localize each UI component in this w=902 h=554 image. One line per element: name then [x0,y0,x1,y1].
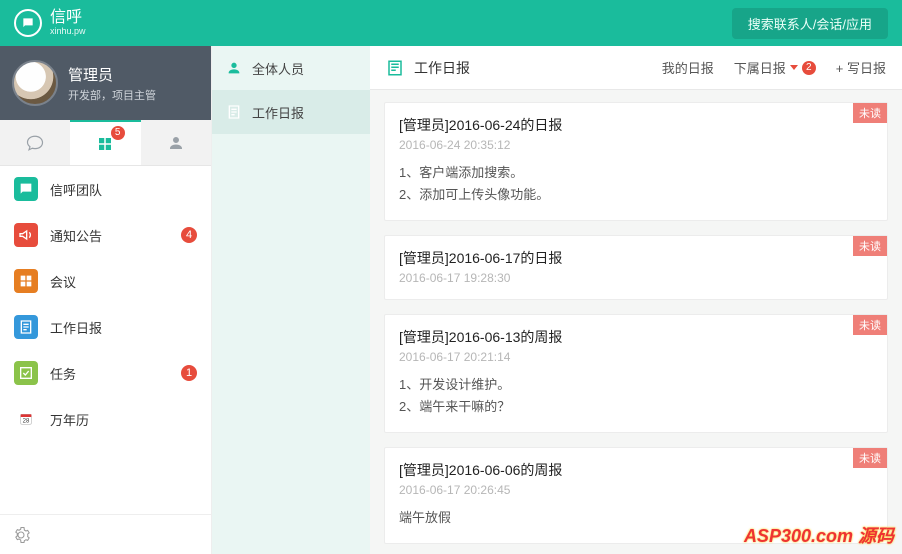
report-feed[interactable]: 未读[管理员]2016-06-24的日报2016-06-24 20:35:121… [370,90,902,554]
report-time: 2016-06-17 19:28:30 [399,271,873,285]
sub-nav: 全体人员工作日报 [212,46,370,554]
profile-block[interactable]: 管理员 开发部，项目主管 [0,46,211,120]
note-icon [14,315,38,339]
cal-icon: 28 [14,407,38,431]
profile-role: 开发部，项目主管 [68,87,156,103]
unread-badge: 未读 [853,103,887,123]
tab-chat[interactable] [0,120,70,165]
report-card[interactable]: 未读[管理员]2016-06-06的周报 2016-06-17 20:26:45 端… [384,447,888,544]
menu-item-label: 通知公告 [50,226,102,245]
tab-apps[interactable]: 5 [70,120,140,165]
menu-item-0[interactable]: 信呼团队 [0,166,211,212]
report-body: 端午放假 [399,507,873,529]
menu-item-badge: 4 [181,227,197,243]
main-panel: 工作日报 我的日报 下属日报 2 + 写日报 未读[管理员]2016-06-24… [370,46,902,554]
menu-item-badge: 1 [181,365,197,381]
top-bar: 信呼 xinhu.pw 搜索联系人/会话/应用 [0,0,902,46]
report-card[interactable]: 未读[管理员]2016-06-24的日报 2016-06-24 20:35:12 1… [384,102,888,221]
tab-sub-reports[interactable]: 下属日报 2 [734,58,816,77]
main-title: 工作日报 [414,58,470,78]
svg-text:28: 28 [23,418,30,424]
brand-name: 信呼 [50,10,86,26]
tab-sub-reports-label: 下属日报 [734,58,786,77]
grid-icon [14,269,38,293]
subnav-label: 工作日报 [252,103,304,122]
sidebar: 管理员 开发部，项目主管 5 信呼团队通知公告 4 会议工作日报任务 1 28 万年历 [0,46,212,554]
horn-icon [14,223,38,247]
subnav-label: 全体人员 [252,59,304,78]
menu-item-label: 任务 [50,364,76,383]
menu-item-label: 会议 [50,272,76,291]
menu-item-1[interactable]: 通知公告 4 [0,212,211,258]
tab-contacts[interactable] [141,120,211,165]
menu-item-label: 信呼团队 [50,180,102,199]
report-title: [管理员]2016-06-24的日报 [399,115,873,135]
main-header: 工作日报 我的日报 下属日报 2 + 写日报 [370,46,902,90]
report-time: 2016-06-17 20:21:14 [399,350,873,364]
report-time: 2016-06-17 20:26:45 [399,483,873,497]
profile-name: 管理员 [68,64,156,85]
brand: 信呼 xinhu.pw [50,10,86,36]
report-title: [管理员]2016-06-06的周报 [399,460,873,480]
tab-my-reports[interactable]: 我的日报 [662,58,714,77]
report-body: 1、开发设计维护。 2、端午来干嘛的？ [399,374,873,418]
avatar [12,60,58,106]
menu-item-5[interactable]: 28 万年历 [0,396,211,442]
nav-tabs: 5 [0,120,211,166]
chevron-down-icon [790,65,798,70]
brand-sub: xinhu.pw [50,26,86,36]
app-menu: 信呼团队通知公告 4 会议工作日报任务 1 28 万年历 [0,166,211,514]
settings-button[interactable] [0,514,211,554]
logo-icon [14,9,42,37]
unread-badge: 未读 [853,448,887,468]
menu-item-label: 万年历 [50,410,89,429]
report-card[interactable]: 未读[管理员]2016-06-13的周报 2016-06-17 20:21:14 1… [384,314,888,433]
write-report-button[interactable]: + 写日报 [836,58,886,77]
report-time: 2016-06-24 20:35:12 [399,138,873,152]
menu-item-3[interactable]: 工作日报 [0,304,211,350]
report-body: 1、客户端添加搜索。 2、添加可上传头像功能。 [399,162,873,206]
search-input[interactable]: 搜索联系人/会话/应用 [732,8,888,39]
tab-sub-reports-badge: 2 [802,61,816,75]
subnav-item-1[interactable]: 工作日报 [212,90,370,134]
report-title: [管理员]2016-06-17的日报 [399,248,873,268]
report-card[interactable]: 未读[管理员]2016-06-17的日报 2016-06-17 19:28:30 [384,235,888,300]
menu-item-2[interactable]: 会议 [0,258,211,304]
menu-item-4[interactable]: 任务 1 [0,350,211,396]
tab-apps-badge: 5 [111,126,125,140]
unread-badge: 未读 [853,236,887,256]
task-icon [14,361,38,385]
unread-badge: 未读 [853,315,887,335]
subnav-item-0[interactable]: 全体人员 [212,46,370,90]
chat-icon [14,177,38,201]
note-icon [386,59,404,77]
menu-item-label: 工作日报 [50,318,102,337]
report-title: [管理员]2016-06-13的周报 [399,327,873,347]
